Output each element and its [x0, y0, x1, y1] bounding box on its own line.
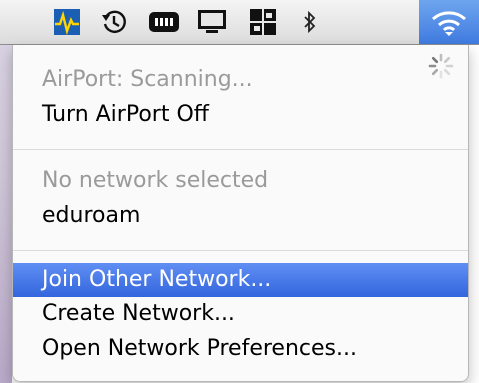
desktop-background	[0, 44, 12, 383]
menu-separator	[13, 149, 468, 150]
airport-status: AirPort: Scanning...	[42, 67, 253, 92]
activity-monitor-icon[interactable]	[52, 0, 82, 44]
no-network-selected: No network selected	[42, 168, 269, 193]
turn-airport-off[interactable]: Turn AirPort Off	[13, 99, 468, 131]
airport-menu: AirPort: Scanning... Turn AirPort Off No…	[12, 45, 469, 382]
spaces-icon[interactable]	[248, 0, 278, 44]
display-icon[interactable]	[195, 0, 229, 44]
bluetooth-icon[interactable]	[299, 0, 321, 44]
battery-icon[interactable]	[147, 0, 181, 44]
time-machine-icon[interactable]	[99, 0, 129, 44]
wifi-icon[interactable]	[419, 0, 479, 44]
menu-bar	[0, 0, 479, 45]
spinner-icon	[428, 53, 454, 83]
network-item-eduroam[interactable]: eduroam	[13, 200, 468, 232]
open-network-preferences[interactable]: Open Network Preferences...	[13, 333, 468, 365]
join-other-network[interactable]: Join Other Network...	[13, 263, 468, 297]
menu-separator	[13, 250, 468, 251]
create-network[interactable]: Create Network...	[13, 298, 468, 330]
